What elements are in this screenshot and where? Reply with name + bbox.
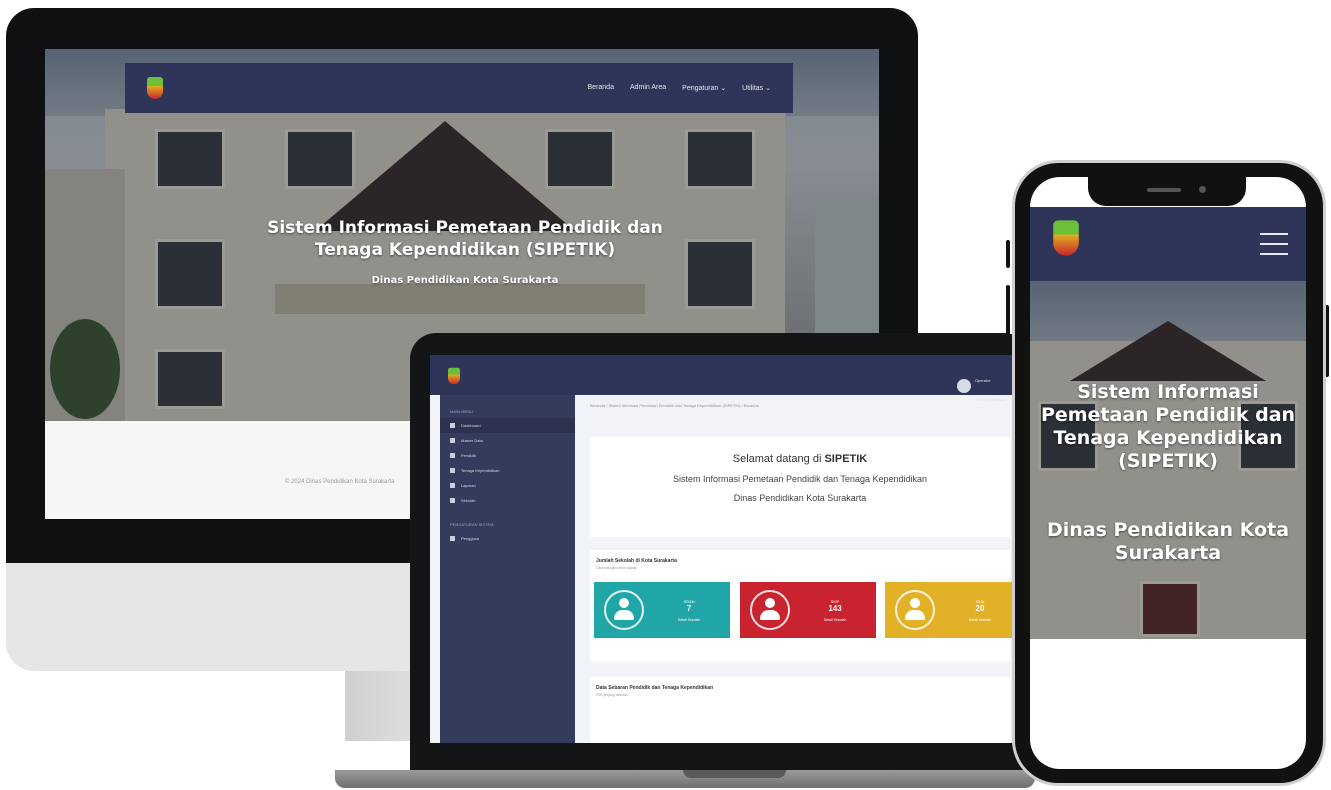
users-icon — [450, 536, 455, 541]
user-icon — [750, 590, 790, 630]
database-icon — [450, 438, 455, 443]
panel-title: Data Sebaran Pendidik dan Tenaga Kependi… — [596, 685, 714, 691]
school-count-panel: Jumlah Sekolah di Kota Surakarta Data se… — [590, 550, 1020, 662]
welcome-line-2: Sistem Informasi Pemetaan Pendidik dan T… — [673, 474, 927, 484]
panel-subtitle: Data sekolah tahun ajaran — [596, 566, 637, 570]
phone-side-button — [1006, 240, 1010, 268]
laptop-notch — [683, 770, 786, 778]
laptop-screen: Operator Dinas Pendidikan MAIN MENU Dash… — [430, 355, 1020, 743]
report-icon — [450, 483, 455, 488]
hamburger-menu-icon[interactable] — [1260, 233, 1288, 255]
stat-card-smp[interactable]: SMP 143 Detail Sekolah — [740, 582, 876, 638]
sidebar-item-pengguna[interactable]: Pengguna — [440, 531, 575, 546]
sidebar-heading-settings: PENGATURAN SISTEM — [450, 522, 494, 527]
hero-title: Sistem Informasi Pemetaan Pendidik dan T… — [267, 218, 663, 260]
teacher-icon — [450, 453, 455, 458]
sidebar-item-dashboard[interactable]: Dashboard — [440, 418, 575, 433]
user-icon — [604, 590, 644, 630]
nav-item-beranda[interactable]: Beranda — [588, 84, 614, 92]
user-icon — [895, 590, 935, 630]
user-menu[interactable]: Operator Dinas Pendidikan — [956, 367, 1006, 405]
welcome-line-3: Dinas Pendidikan Kota Surakarta — [733, 493, 867, 503]
detail-link[interactable]: Detail Sekolah — [947, 618, 1013, 622]
sidebar-item-laporan[interactable]: Laporan — [440, 478, 575, 493]
stat-card-sd[interactable]: SD/MI 7 Detail Sekolah — [594, 582, 730, 638]
sidebar-item-pendidik[interactable]: Pendidik — [440, 448, 575, 463]
mobile-screen: Sistem Informasi Pemetaan Pendidik dan T… — [1030, 177, 1306, 769]
phone-speaker — [1147, 188, 1181, 192]
school-icon — [450, 498, 455, 503]
staff-icon — [450, 468, 455, 473]
avatar[interactable] — [956, 379, 971, 393]
phone-side-button — [1006, 285, 1010, 335]
sidebar-item-sekolah[interactable]: Sekolah — [440, 493, 575, 508]
welcome-heading: Selamat datang di SIPETIK — [732, 453, 868, 465]
breadcrumb: Beranda / Sistem Informasi Pemetaan Pend… — [590, 403, 759, 408]
desktop-navbar: Beranda Admin Area Pengaturan ⌄ Utilitas… — [125, 63, 793, 113]
hero-subtitle: Dinas Pendidikan Kota Surakarta — [371, 275, 559, 286]
sidebar-item-master-data[interactable]: Master Data — [440, 433, 575, 448]
stat-card-sma[interactable]: SMA 20 Detail Sekolah — [885, 582, 1020, 638]
surakarta-logo-icon[interactable] — [448, 367, 460, 385]
desktop-nav-menu: Beranda Admin Area Pengaturan ⌄ Utilitas… — [588, 84, 772, 92]
panel-title: Jumlah Sekolah di Kota Surakarta — [596, 558, 677, 564]
footer-text: © 2024 Dinas Pendidikan Kota Surakarta — [285, 479, 395, 485]
dashboard-sidebar: MAIN MENU Dashboard Master Data Pendidik… — [440, 395, 575, 743]
surakarta-logo-icon[interactable] — [1053, 220, 1079, 256]
detail-link[interactable]: Detail Sekolah — [656, 618, 722, 622]
user-name: Operator — [974, 378, 991, 383]
nav-item-utilitas[interactable]: Utilitas ⌄ — [742, 84, 771, 92]
phone-camera — [1199, 186, 1206, 193]
detail-link[interactable]: Detail Sekolah — [802, 618, 868, 622]
nav-item-admin-area[interactable]: Admin Area — [630, 84, 666, 92]
user-role: Dinas Pendidikan — [974, 397, 1006, 402]
surakarta-logo-icon[interactable] — [147, 77, 163, 99]
mobile-hero-title: Sistem Informasi Pemetaan Pendidik dan T… — [1040, 381, 1296, 472]
dashboard-topbar: Operator Dinas Pendidikan — [430, 355, 1020, 402]
welcome-card: Selamat datang di SIPETIK Sistem Informa… — [590, 437, 1010, 537]
distribution-panel: Data Sebaran Pendidik dan Tenaga Kependi… — [590, 677, 1010, 743]
mobile-hero-subtitle: Dinas Pendidikan Kota Surakarta — [1046, 519, 1290, 564]
panel-subtitle: Pilih jenjang sekolah — [596, 693, 628, 697]
sidebar-item-tenaga-kependidikan[interactable]: Tenaga Kependidikan — [440, 463, 575, 478]
dashboard-icon — [450, 423, 455, 428]
nav-item-pengaturan[interactable]: Pengaturan ⌄ — [682, 84, 726, 92]
mobile-navbar — [1030, 207, 1306, 281]
sidebar-heading: MAIN MENU — [450, 409, 473, 414]
